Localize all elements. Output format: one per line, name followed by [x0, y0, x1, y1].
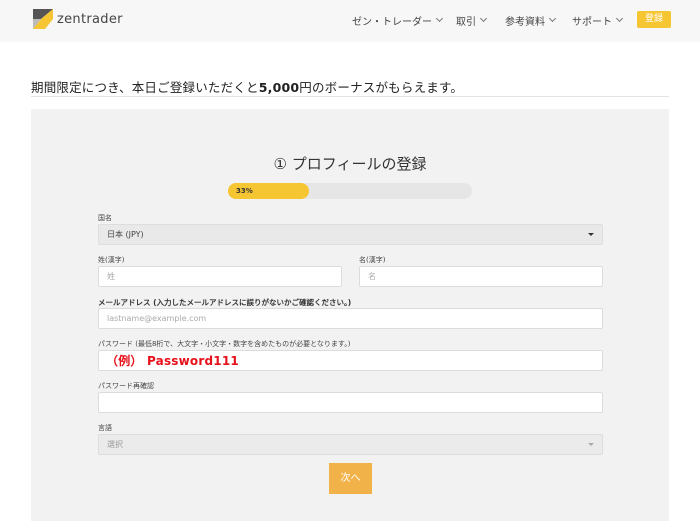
promo-amount: 5,000 — [258, 80, 300, 95]
password-confirm-label: パスワード再確認 — [98, 382, 154, 390]
nav-item-support[interactable]: サポート — [572, 13, 624, 28]
first-name-label: 名(漢字) — [359, 256, 386, 264]
promo-suffix: 円のボーナスがもらえます。 — [299, 80, 464, 95]
progress-bar: 33% — [228, 183, 472, 199]
caret-down-icon — [588, 233, 594, 236]
nav-item-trading[interactable]: 取引 — [456, 13, 488, 28]
form-title: ① プロフィールの登録 — [273, 155, 427, 173]
country-value: 日本 (JPY) — [107, 230, 144, 239]
country-label: 国名 — [98, 214, 112, 222]
caret-down-icon — [588, 443, 594, 446]
nav-item-zen-trader[interactable]: ゼン・トレーダー — [352, 13, 444, 28]
language-select[interactable]: 選択 — [98, 434, 603, 455]
promo-prefix: 期間限定につき、本日ご登録いただくと — [31, 80, 259, 95]
email-label: メールアドレス (入力したメールアドレスに誤りがないかご確認ください。) — [98, 298, 352, 307]
chevron-down-icon — [479, 14, 488, 23]
language-value: 選択 — [107, 440, 123, 449]
nav-item-label: 取引 — [456, 17, 476, 28]
last-name-label: 姓(漢字) — [98, 256, 125, 264]
chevron-down-icon — [548, 14, 557, 23]
email-input[interactable]: lastname@example.com — [98, 308, 603, 329]
password-confirm-input[interactable] — [98, 392, 603, 413]
chevron-down-icon — [615, 14, 624, 23]
nav-item-resources[interactable]: 参考資料 — [505, 13, 557, 28]
nav-item-label: 参考資料 — [505, 17, 545, 28]
divider — [31, 96, 669, 97]
nav-item-label: サポート — [572, 17, 612, 28]
last-name-input[interactable]: 姓 — [98, 266, 342, 287]
logo[interactable]: zentrader — [33, 9, 123, 29]
progress-label: 33% — [236, 187, 253, 195]
password-example: （例） Password111 — [106, 354, 239, 368]
first-name-input[interactable]: 名 — [359, 266, 603, 287]
zentrader-logo-icon — [33, 9, 53, 29]
register-button[interactable]: 登録 — [637, 11, 671, 28]
nav-item-label: ゼン・トレーダー — [352, 17, 432, 28]
password-label: パスワード (最低8桁で、大文字・小文字・数字を含めたものが必要となります。) — [98, 340, 351, 348]
next-button[interactable]: 次へ — [329, 463, 372, 494]
logo-text: zentrader — [57, 11, 123, 27]
promo-message: 期間限定につき、本日ご登録いただくと5,000円のボーナスがもらえます。 — [31, 77, 463, 96]
language-label: 言語 — [98, 424, 112, 432]
chevron-down-icon — [435, 14, 444, 23]
site-header: zentrader ゼン・トレーダー 取引 参考資料 サポート 登録 — [0, 0, 700, 42]
country-select[interactable]: 日本 (JPY) — [98, 224, 603, 245]
